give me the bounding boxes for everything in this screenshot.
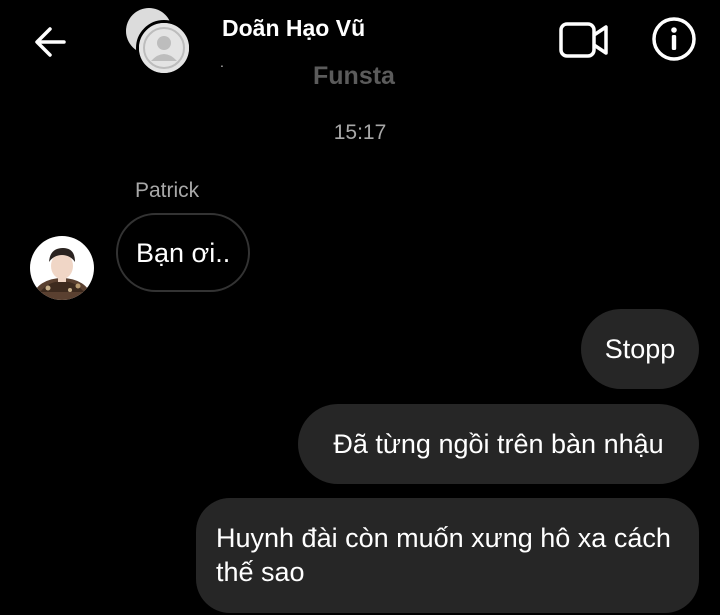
video-call-button[interactable]: [558, 20, 610, 60]
outgoing-message[interactable]: Đã từng ngồi trên bàn nhậu: [298, 404, 699, 484]
info-icon: [652, 17, 696, 61]
avatar-front: [136, 20, 192, 76]
incoming-message[interactable]: Bạn ơi..: [116, 213, 251, 292]
sender-photo: [30, 236, 94, 300]
outgoing-message-text: Huynh đài còn muốn xưng hô xa cách thế s…: [216, 523, 671, 587]
outgoing-message[interactable]: Huynh đài còn muốn xưng hô xa cách thế s…: [196, 498, 699, 613]
incoming-message-text: Bạn ơi..: [136, 237, 231, 268]
outgoing-message[interactable]: Stopp: [581, 309, 699, 389]
default-profile-icon: [139, 23, 189, 73]
arrow-left-icon: [35, 27, 66, 57]
watermark-label: Funsta: [313, 62, 395, 90]
info-button[interactable]: [651, 16, 697, 62]
contact-status: .: [220, 54, 224, 70]
sender-avatar[interactable]: [30, 236, 94, 300]
conversation-avatar[interactable]: [124, 8, 194, 78]
outgoing-message-text: Stopp: [604, 334, 676, 364]
outgoing-message-text: Đã từng ngồi trên bàn nhậu: [333, 429, 664, 459]
contact-name[interactable]: Doãn Hạo Vũ: [222, 15, 365, 42]
sender-name: Patrick: [135, 179, 200, 202]
message-timestamp: 15:17: [333, 121, 387, 144]
back-button[interactable]: [30, 22, 70, 62]
video-camera-icon: [559, 22, 608, 58]
